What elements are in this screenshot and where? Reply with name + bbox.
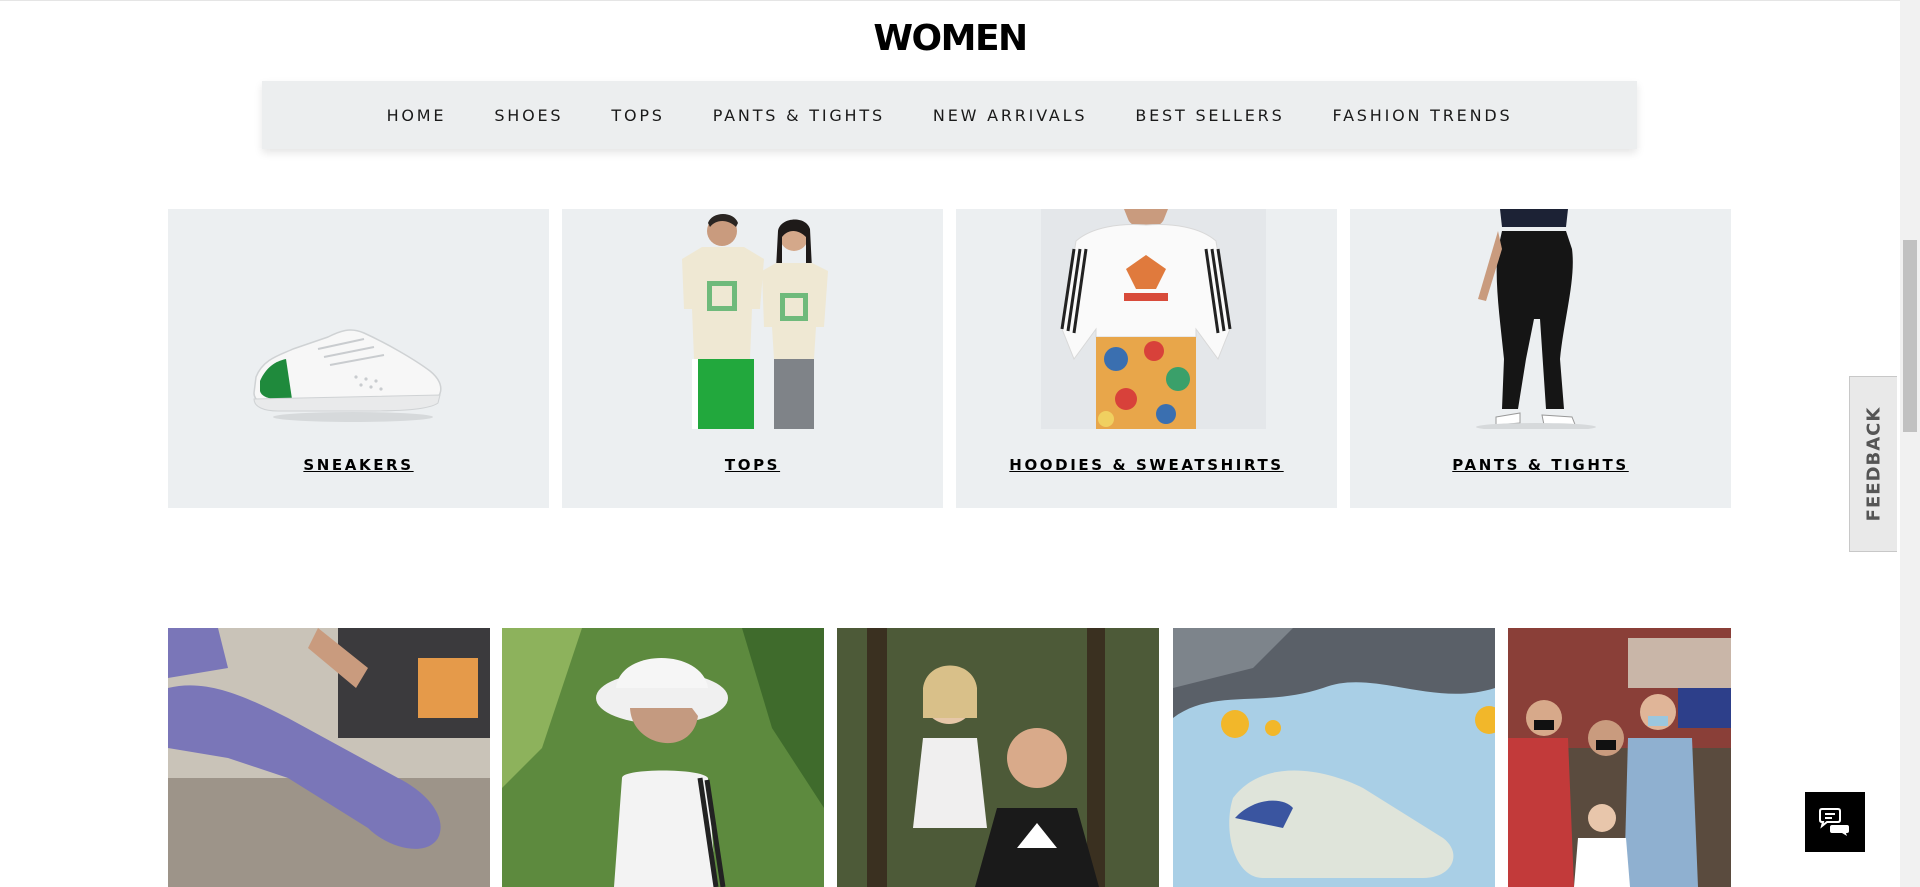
category-card-sneakers[interactable]: SNEAKERS <box>168 209 549 508</box>
father-daughter-photo <box>837 628 1159 887</box>
nav-item-new-arrivals[interactable]: NEW ARRIVALS <box>933 106 1087 125</box>
category-label[interactable]: HOODIES & SWEATSHIRTS <box>956 456 1337 474</box>
group-masks-photo <box>1508 628 1731 887</box>
category-card-pants-tights[interactable]: PANTS & TIGHTS <box>1350 209 1731 508</box>
chat-bubbles-icon <box>1819 808 1849 836</box>
nav-item-pants-tights[interactable]: PANTS & TIGHTS <box>713 106 885 125</box>
bucket-hat-model-photo <box>502 628 824 887</box>
nav-item-home[interactable]: HOME <box>387 106 447 125</box>
nav-item-best-sellers[interactable]: BEST SELLERS <box>1135 106 1284 125</box>
category-nav: HOME SHOES TOPS PANTS & TIGHTS NEW ARRIV… <box>262 81 1637 149</box>
leggings-model-image <box>1476 209 1596 429</box>
promo-tile-group[interactable] <box>1508 628 1731 887</box>
floating-sneaker-photo <box>1173 628 1495 887</box>
category-label[interactable]: PANTS & TIGHTS <box>1350 456 1731 474</box>
promo-tile-family[interactable] <box>837 628 1159 887</box>
category-label[interactable]: TOPS <box>562 456 943 474</box>
page-title: WOMEN <box>873 18 1028 59</box>
promo-tile-sneaker[interactable] <box>1173 628 1495 887</box>
promo-tile-bucket-hat[interactable] <box>502 628 824 887</box>
nav-item-tops[interactable]: TOPS <box>611 106 664 125</box>
chat-button[interactable] <box>1805 792 1865 852</box>
top-divider <box>0 0 1900 1</box>
sneaker-image <box>253 329 442 422</box>
category-card-hoodies-sweatshirts[interactable]: HOODIES & SWEATSHIRTS <box>956 209 1337 508</box>
promo-tile-yoga[interactable] <box>168 628 490 887</box>
yoga-leggings-photo <box>168 628 490 887</box>
category-label[interactable]: SNEAKERS <box>168 456 549 474</box>
feedback-tab[interactable]: FEEDBACK <box>1849 376 1897 552</box>
feedback-label: FEEDBACK <box>1863 406 1884 522</box>
nav-item-shoes[interactable]: SHOES <box>494 106 563 125</box>
tops-models-image <box>682 214 828 429</box>
hoodie-model-image <box>1041 209 1266 429</box>
page-scrollbar[interactable] <box>1900 0 1920 887</box>
nav-item-fashion-trends[interactable]: FASHION TRENDS <box>1333 106 1513 125</box>
category-card-tops[interactable]: TOPS <box>562 209 943 508</box>
scrollbar-thumb[interactable] <box>1903 240 1917 432</box>
